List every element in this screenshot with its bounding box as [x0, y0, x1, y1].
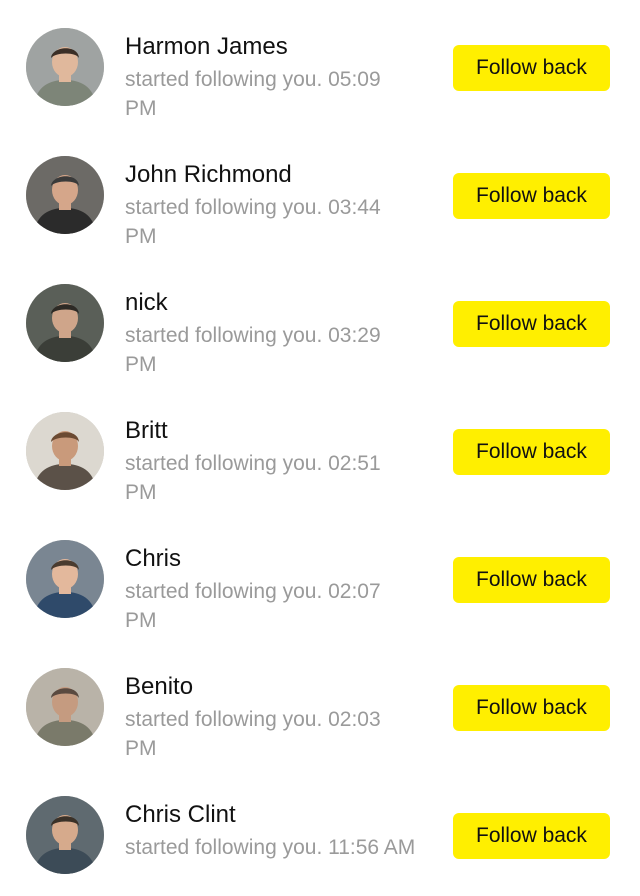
follow-back-button[interactable]: Follow back: [453, 45, 610, 91]
notification-row: Chris started following you. 02:07 PM Fo…: [0, 512, 640, 640]
notification-row: John Richmond started following you. 03:…: [0, 128, 640, 256]
activity-text: started following you. 03:44 PM: [125, 196, 381, 248]
avatar-photo: [26, 796, 104, 874]
follow-back-button[interactable]: Follow back: [453, 557, 610, 603]
user-name[interactable]: Harmon James: [125, 32, 425, 62]
notification-info: Chris started following you. 02:07 PM: [125, 544, 425, 635]
activity-text: started following you. 02:07 PM: [125, 580, 381, 632]
avatar[interactable]: [26, 284, 104, 362]
avatar-photo: [26, 540, 104, 618]
notification-row: Harmon James started following you. 05:0…: [0, 0, 640, 128]
user-name[interactable]: Chris: [125, 544, 425, 574]
activity-text: started following you. 03:29 PM: [125, 324, 381, 376]
notification-row: Britt started following you. 02:51 PM Fo…: [0, 384, 640, 512]
avatar-photo: [26, 156, 104, 234]
activity-text: started following you. 02:03 PM: [125, 708, 381, 760]
follow-back-button[interactable]: Follow back: [453, 301, 610, 347]
notification-row: Chris Clint started following you. 11:56…: [0, 768, 640, 896]
avatar[interactable]: [26, 668, 104, 746]
user-name[interactable]: Britt: [125, 416, 425, 446]
user-name[interactable]: Chris Clint: [125, 800, 425, 830]
notification-info: Britt started following you. 02:51 PM: [125, 416, 425, 507]
follow-back-button[interactable]: Follow back: [453, 173, 610, 219]
notification-info: Benito started following you. 02:03 PM: [125, 672, 425, 763]
user-name[interactable]: John Richmond: [125, 160, 425, 190]
activity-text: started following you. 02:51 PM: [125, 452, 381, 504]
activity-text: started following you. 11:56 AM: [125, 836, 416, 859]
notification-row: nick started following you. 03:29 PM Fol…: [0, 256, 640, 384]
avatar-photo: [26, 284, 104, 362]
user-name[interactable]: Benito: [125, 672, 425, 702]
follow-back-button[interactable]: Follow back: [453, 685, 610, 731]
avatar[interactable]: [26, 412, 104, 490]
notification-info: Chris Clint started following you. 11:56…: [125, 800, 425, 862]
activity-text: started following you. 05:09 PM: [125, 68, 381, 120]
notification-info: John Richmond started following you. 03:…: [125, 160, 425, 251]
avatar[interactable]: [26, 796, 104, 874]
avatar[interactable]: [26, 156, 104, 234]
notification-info: nick started following you. 03:29 PM: [125, 288, 425, 379]
avatar-photo: [26, 412, 104, 490]
follow-back-button[interactable]: Follow back: [453, 429, 610, 475]
follow-back-button[interactable]: Follow back: [453, 813, 610, 859]
avatar-photo: [26, 668, 104, 746]
avatar[interactable]: [26, 28, 104, 106]
user-name[interactable]: nick: [125, 288, 425, 318]
notification-info: Harmon James started following you. 05:0…: [125, 32, 425, 123]
avatar[interactable]: [26, 540, 104, 618]
avatar-photo: [26, 28, 104, 106]
notification-row: Benito started following you. 02:03 PM F…: [0, 640, 640, 768]
